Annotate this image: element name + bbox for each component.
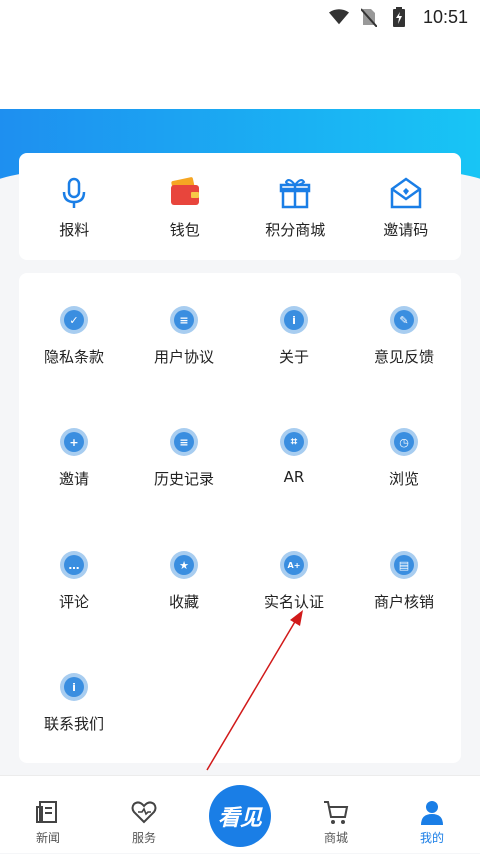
menu-item-favorites[interactable]: ★ 收藏	[129, 551, 239, 612]
battery-charging-icon	[389, 7, 409, 27]
clock-icon: ◷	[390, 428, 418, 456]
menu-item-user-agreement[interactable]: ≡ 用户协议	[129, 306, 239, 367]
tab-mine[interactable]: 我的	[392, 776, 472, 854]
tab-services[interactable]: 服务	[104, 776, 184, 854]
shop-icon: ▤	[390, 551, 418, 579]
info-icon: i	[60, 673, 88, 701]
quick-action-label: 钱包	[169, 221, 200, 239]
menu-item-label: 邀请	[58, 470, 89, 488]
comment-icon: …	[60, 551, 88, 579]
id-card-icon: A+	[280, 551, 308, 579]
menu-item-about[interactable]: i 关于	[239, 306, 349, 367]
menu-item-label: 用户协议	[153, 348, 214, 366]
menu-item-real-name-verification[interactable]: A+ 实名认证	[239, 551, 349, 612]
menu-item-invite[interactable]: + 邀请	[19, 428, 129, 489]
microphone-icon	[63, 177, 86, 208]
menu-item-label: AR	[283, 468, 305, 486]
menu-item-contact-us[interactable]: i 联系我们	[19, 673, 129, 734]
menu-item-feedback[interactable]: ✎ 意见反馈	[349, 306, 459, 367]
menu-item-label: 历史记录	[153, 470, 214, 488]
tab-label: 我的	[419, 831, 444, 845]
document-icon: ≡	[170, 306, 198, 334]
menu-item-label: 收藏	[168, 593, 199, 611]
menu-item-label: 浏览	[388, 470, 419, 488]
quick-action-label: 邀请码	[383, 221, 429, 239]
status-bar: 10:51	[0, 0, 480, 34]
user-icon	[421, 801, 443, 825]
heart-icon	[131, 801, 157, 824]
wallet-icon	[170, 177, 199, 205]
menu-item-privacy[interactable]: ✓ 隐私条款	[19, 306, 129, 367]
quick-action-wallet[interactable]: 钱包	[130, 153, 241, 260]
status-time: 10:51	[422, 6, 468, 27]
tab-news[interactable]: 新闻	[8, 776, 88, 854]
menu-item-merchant-verification[interactable]: ▤ 商户核销	[349, 551, 459, 612]
menu-item-label: 意见反馈	[373, 348, 434, 366]
quick-action-label: 报料	[59, 221, 90, 239]
history-icon: ≡	[170, 428, 198, 456]
star-icon: ★	[170, 551, 198, 579]
quick-action-label: 积分商城	[265, 221, 326, 239]
tab-label: 服务	[131, 831, 156, 845]
menu-item-comments[interactable]: … 评论	[19, 551, 129, 612]
cart-icon	[324, 801, 349, 824]
quick-actions-card: 报料 钱包 积分商城 邀请码	[19, 153, 461, 260]
shield-icon: ✓	[60, 306, 88, 334]
menu-item-label: 联系我们	[43, 715, 104, 733]
menu-item-browse[interactable]: ◷ 浏览	[349, 428, 459, 489]
no-sim-icon	[359, 7, 379, 27]
gift-icon	[280, 179, 311, 209]
wifi-icon	[328, 7, 349, 27]
info-icon: i	[280, 306, 308, 334]
tab-label: 商城	[323, 831, 348, 845]
menu-item-history[interactable]: ≡ 历史记录	[129, 428, 239, 489]
menu-item-ar[interactable]: ⌗ AR	[239, 428, 349, 486]
menu-item-label: 商户核销	[373, 593, 434, 611]
add-user-icon: +	[60, 428, 88, 456]
feedback-icon: ✎	[390, 306, 418, 334]
tab-mall[interactable]: 商城	[296, 776, 376, 854]
menu-item-label: 评论	[58, 593, 89, 611]
center-kanjian-button[interactable]: 看见	[209, 785, 271, 847]
tab-label: 新闻	[35, 831, 60, 845]
envelope-icon	[390, 177, 421, 209]
quick-action-points-mall[interactable]: 积分商城	[240, 153, 351, 260]
menu-item-label: 关于	[278, 348, 309, 366]
menu-item-label: 实名认证	[263, 593, 324, 611]
quick-action-baoliao[interactable]: 报料	[19, 153, 130, 260]
ar-scan-icon: ⌗	[280, 428, 308, 456]
menu-card: ✓ 隐私条款 ≡ 用户协议 i 关于 ✎ 意见反馈 + 邀请 ≡ 历史记录 ⌗ …	[19, 273, 461, 763]
news-icon	[36, 801, 57, 823]
quick-action-invite-code[interactable]: 邀请码	[351, 153, 462, 260]
header-area	[0, 34, 480, 109]
menu-item-label: 隐私条款	[43, 348, 104, 366]
